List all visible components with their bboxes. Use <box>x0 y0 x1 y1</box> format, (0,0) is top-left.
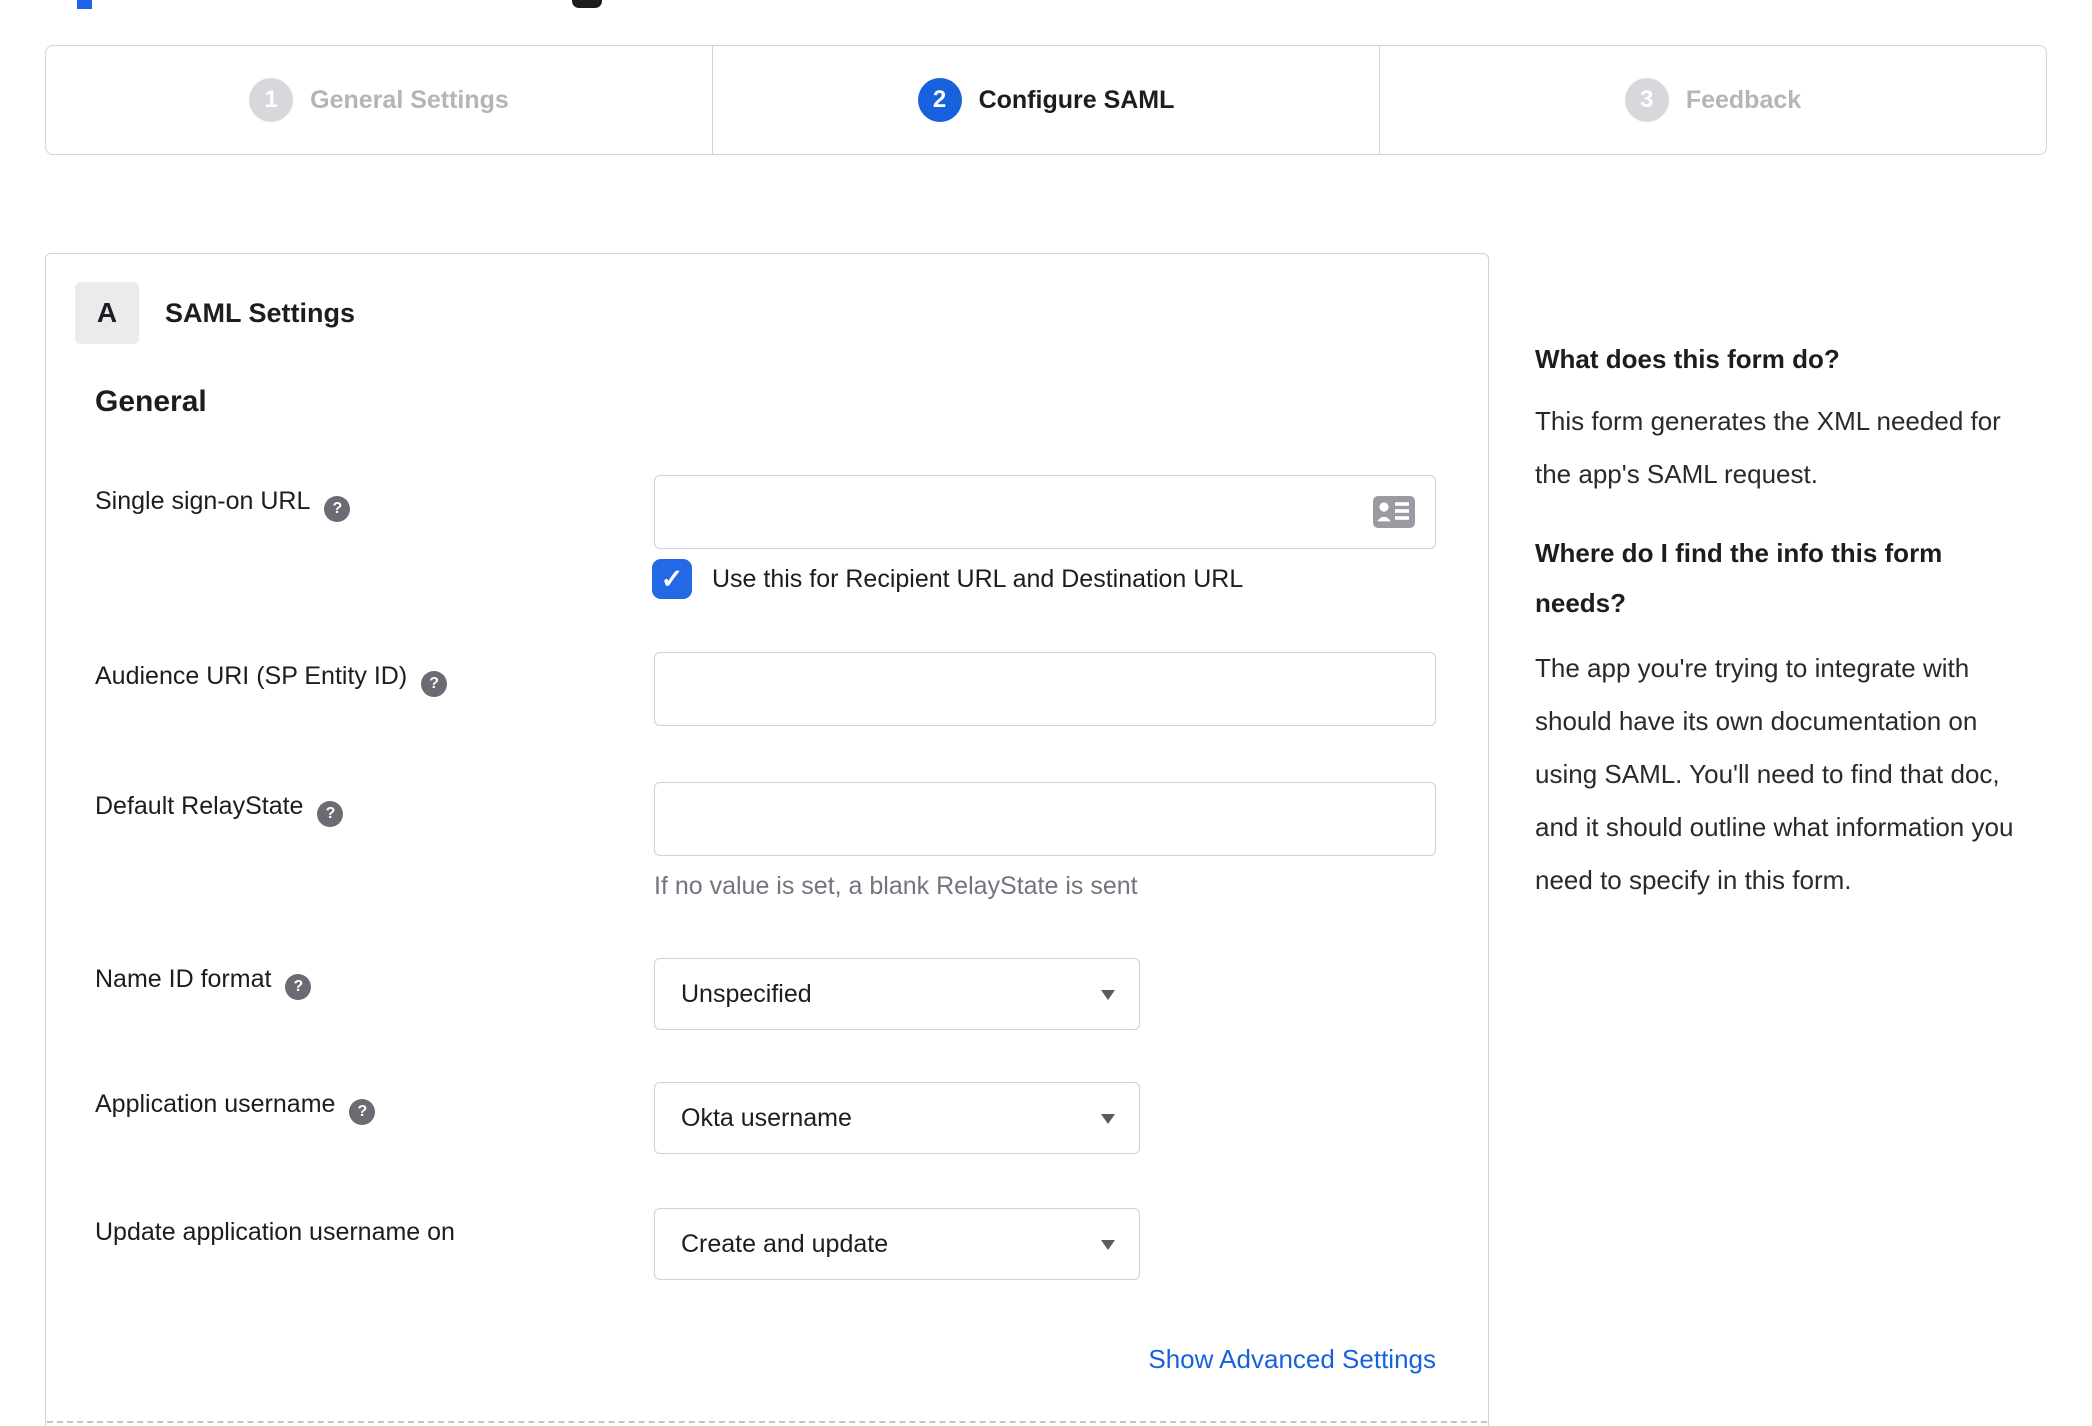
step-2-label: Configure SAML <box>978 85 1175 114</box>
step-feedback[interactable]: 3 Feedback <box>1379 46 2046 154</box>
section-title: SAML Settings <box>165 298 356 328</box>
step-3-label: Feedback <box>1685 85 1802 114</box>
section-divider <box>47 1421 1487 1423</box>
update-app-username-label: Update application username on <box>95 1218 455 1246</box>
chevron-down-icon <box>1101 1240 1115 1250</box>
audience-uri-input[interactable] <box>654 652 1436 726</box>
chevron-down-icon <box>1101 1114 1115 1124</box>
relay-state-label: Default RelayState? <box>95 792 344 827</box>
update-app-username-select[interactable]: Create and update <box>654 1208 1140 1280</box>
update-app-username-value: Create and update <box>681 1230 889 1258</box>
audience-uri-label: Audience URI (SP Entity ID)? <box>95 662 448 697</box>
configure-saml-page: 1 General Settings 2 Configure SAML 3 Fe… <box>0 0 2092 1426</box>
general-group-title: General <box>95 385 207 418</box>
help-section2-title: Where do I find the info this form needs… <box>1535 538 1943 618</box>
app-username-label: Application username? <box>95 1090 376 1125</box>
contact-card-icon <box>1373 496 1415 528</box>
name-id-format-select[interactable]: Unspecified <box>654 958 1140 1030</box>
name-id-format-help-icon[interactable]: ? <box>285 974 312 1000</box>
app-username-help-icon[interactable]: ? <box>349 1099 376 1125</box>
show-advanced-settings-link[interactable]: Show Advanced Settings <box>654 1344 1436 1375</box>
chevron-down-icon <box>1101 990 1115 1000</box>
app-username-value: Okta username <box>681 1104 852 1132</box>
recipient-url-checkbox[interactable]: ✓ <box>652 559 692 599</box>
relay-state-hint: If no value is set, a blank RelayState i… <box>654 872 1138 900</box>
step-general-settings[interactable]: 1 General Settings <box>46 46 712 154</box>
wizard-stepper: 1 General Settings 2 Configure SAML 3 Fe… <box>45 45 2047 155</box>
sso-url-label: Single sign-on URL? <box>95 487 351 522</box>
help-section1-body: This form generates the XML needed for t… <box>1535 406 2001 489</box>
step-2-circle: 2 <box>917 78 962 122</box>
app-username-select[interactable]: Okta username <box>654 1082 1140 1154</box>
relay-state-help-icon[interactable]: ? <box>317 801 344 827</box>
name-id-format-value: Unspecified <box>681 980 812 1008</box>
section-a-badge: A <box>75 282 139 344</box>
sso-url-help-icon[interactable]: ? <box>324 496 351 522</box>
page-title-fragment <box>77 0 92 9</box>
sso-url-input[interactable] <box>654 475 1436 549</box>
step-1-label: General Settings <box>310 85 509 114</box>
audience-uri-help-icon[interactable]: ? <box>421 671 448 697</box>
app-logo-fragment-icon <box>572 0 602 8</box>
name-id-format-label: Name ID format? <box>95 965 312 1000</box>
step-1-circle: 1 <box>249 78 294 122</box>
help-section1-title: What does this form do? <box>1535 344 1840 374</box>
step-configure-saml[interactable]: 2 Configure SAML <box>712 46 1379 154</box>
help-section2-body: The app you're trying to integrate with … <box>1535 653 2014 895</box>
step-3-circle: 3 <box>1624 78 1669 122</box>
relay-state-input[interactable] <box>654 782 1436 856</box>
check-icon: ✓ <box>660 563 684 594</box>
recipient-url-checkbox-label: Use this for Recipient URL and Destinati… <box>712 565 1244 593</box>
